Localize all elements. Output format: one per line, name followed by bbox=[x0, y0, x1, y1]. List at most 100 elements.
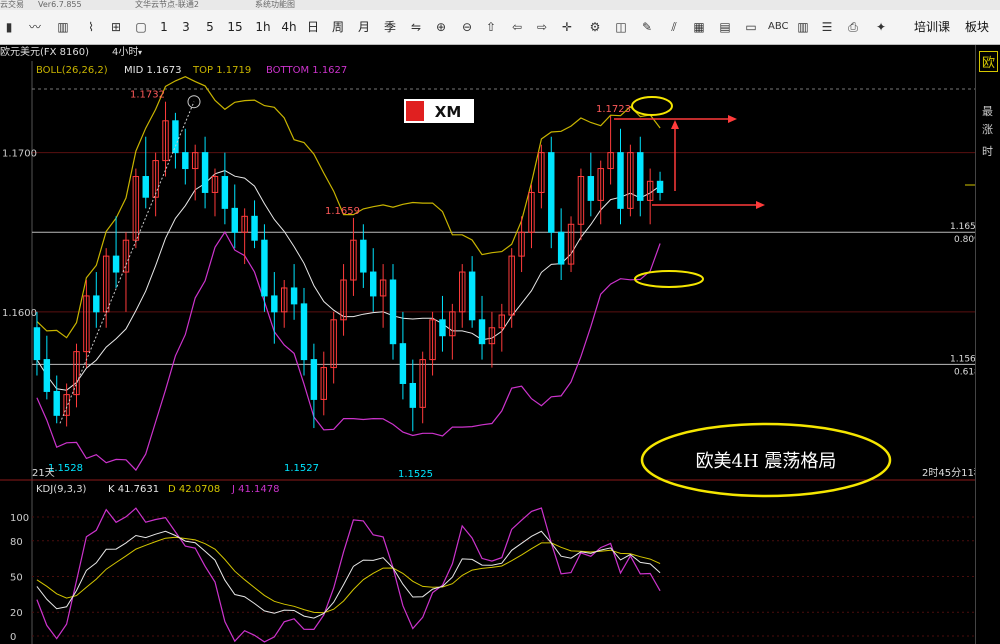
split-view-icon[interactable]: ◫ bbox=[614, 19, 628, 35]
candle-body bbox=[182, 152, 189, 170]
candle-body bbox=[251, 215, 258, 241]
boll-bottom-value: BOTTOM 1.1627 bbox=[266, 65, 347, 76]
candle-body bbox=[548, 152, 555, 233]
menu-label[interactable]: 系统功能图 bbox=[255, 0, 295, 10]
chevron-down-icon[interactable]: ▾ bbox=[138, 45, 142, 61]
toolbar: ▮ 〰 ▥ ⌇ ⊞ ▢ 1 3 5 15 1h 4h 日 周 月 季 ⇋ ⊕ ⊖… bbox=[0, 10, 1000, 45]
candle-body bbox=[370, 271, 377, 297]
candle-body bbox=[112, 255, 120, 273]
period-day[interactable]: 日 bbox=[306, 19, 320, 35]
boll-label[interactable]: BOLL(26,26,2) bbox=[36, 65, 108, 76]
candle-body bbox=[360, 239, 367, 273]
side-row-3: 时 bbox=[982, 145, 993, 158]
kdj-axis-label: 50 bbox=[10, 573, 23, 584]
label-mid-peak: 1.1659 bbox=[325, 206, 360, 217]
candlestick-icon[interactable]: ▮ bbox=[2, 19, 16, 35]
arrow-up-icon[interactable]: ⇧ bbox=[484, 19, 498, 35]
candle-body bbox=[300, 303, 308, 361]
zoom-out-icon[interactable]: ⊖ bbox=[460, 19, 474, 35]
symbol-bar: 欧元美元(FX 8160) 4小时 ▾ bbox=[0, 45, 1000, 61]
price-axis-label: 1.1700 bbox=[2, 149, 37, 160]
xm-logo-mark bbox=[406, 101, 424, 121]
price-chart[interactable]: 1.1700 1.1600 100 80 50 20 0 欧美4H 震荡格局 XM 1.16… bbox=[0, 61, 975, 644]
kdj-j-value: J 41.1478 bbox=[231, 484, 279, 495]
grid-icon[interactable]: ▦ bbox=[692, 19, 706, 35]
chart-background bbox=[0, 61, 975, 644]
bottom-left-label: 21天 bbox=[32, 468, 55, 479]
print-icon[interactable]: ⎙ bbox=[846, 19, 860, 35]
candle-body bbox=[261, 239, 268, 297]
settings-icon[interactable]: ✦ bbox=[874, 19, 888, 35]
zoom-in-icon[interactable]: ⊕ bbox=[434, 19, 448, 35]
candle-body bbox=[142, 176, 149, 198]
candle-body bbox=[43, 359, 51, 392]
tick-chart-icon[interactable]: ⌇ bbox=[84, 19, 98, 35]
kdj-axis-label: 80 bbox=[10, 537, 23, 548]
arrow-right-icon[interactable]: ⇨ bbox=[535, 19, 549, 35]
price-axis-label: 1.1600 bbox=[2, 308, 37, 319]
period-selector[interactable]: 4小时 bbox=[112, 45, 138, 61]
annotation-text: 欧美4H 震荡格局 bbox=[696, 451, 837, 472]
draw-tool-icon[interactable]: ✎ bbox=[640, 19, 654, 35]
candle-body bbox=[172, 120, 179, 154]
side-title[interactable]: 欧 bbox=[979, 51, 999, 72]
side-row-2: 涨 bbox=[982, 123, 993, 136]
sector-button[interactable]: 板块 bbox=[964, 19, 990, 35]
kdj-k-value: K 41.7631 bbox=[108, 484, 159, 495]
side-row-1: 最 bbox=[982, 105, 993, 118]
indicator-icon[interactable]: ⚙ bbox=[588, 19, 602, 35]
training-button[interactable]: 培训课 bbox=[912, 19, 952, 35]
kdj-axis-label: 20 bbox=[10, 608, 23, 619]
candle-body bbox=[399, 343, 407, 384]
kdj-axis-label: 0 bbox=[10, 632, 16, 643]
candle-body bbox=[33, 327, 41, 361]
layout-icon[interactable]: ▤ bbox=[718, 19, 732, 35]
kdj-label[interactable]: KDJ(9,3,3) bbox=[36, 484, 87, 495]
period-1h[interactable]: 1h bbox=[254, 19, 272, 35]
title-bar: 云交易 Ver6.7.855 文华云节点-联通2 系统功能图 bbox=[0, 0, 1000, 10]
candle-body bbox=[439, 319, 446, 337]
cursor-icon[interactable]: ▢ bbox=[134, 19, 148, 35]
fib-upper-ratio: 0.809 bbox=[954, 235, 975, 245]
window-icon[interactable]: ▭ bbox=[744, 19, 758, 35]
period-15[interactable]: 15 bbox=[226, 19, 244, 35]
crosshair-icon[interactable]: ✛ bbox=[560, 19, 574, 35]
candle-body bbox=[53, 390, 60, 416]
gann-icon[interactable]: ⫽ bbox=[666, 19, 682, 35]
draw-line-icon[interactable]: ⇋ bbox=[408, 19, 424, 35]
candle-body bbox=[409, 382, 417, 408]
period-1[interactable]: 1 bbox=[158, 19, 170, 35]
arrow-left-icon[interactable]: ⇦ bbox=[510, 19, 524, 35]
symbol-name[interactable]: 欧元美元(FX 8160) bbox=[0, 45, 89, 61]
boll-mid-value: MID 1.1673 bbox=[124, 65, 181, 76]
multi-window-icon[interactable]: ⊞ bbox=[108, 19, 124, 35]
label-low-mid1: 1.1527 bbox=[284, 463, 319, 474]
bar-chart-icon[interactable]: ▥ bbox=[56, 19, 70, 35]
period-5[interactable]: 5 bbox=[204, 19, 216, 35]
period-week[interactable]: 周 bbox=[331, 19, 345, 35]
candle-body bbox=[587, 176, 595, 201]
node-name: 文华云节点-联通2 bbox=[135, 0, 199, 9]
fib-upper-price: 1.1650 bbox=[950, 222, 975, 232]
period-season[interactable]: 季 bbox=[383, 19, 397, 35]
abc-icon[interactable]: ABC bbox=[768, 19, 789, 35]
period-3[interactable]: 3 bbox=[180, 19, 192, 35]
list-icon[interactable]: ☰ bbox=[820, 19, 834, 35]
kdj-axis-label: 100 bbox=[10, 513, 29, 524]
candle-body bbox=[656, 180, 664, 193]
candle-body bbox=[290, 287, 298, 305]
line-chart-icon[interactable]: 〰 bbox=[28, 19, 42, 35]
label-low-mid2: 1.1525 bbox=[398, 469, 433, 480]
label-high-right: 1.1723 bbox=[596, 104, 631, 115]
period-month[interactable]: 月 bbox=[357, 19, 371, 35]
chart-icon[interactable]: ▥ bbox=[796, 19, 810, 35]
boll-top-value: TOP 1.1719 bbox=[192, 65, 251, 76]
candle-body bbox=[271, 295, 278, 313]
period-4h[interactable]: 4h bbox=[280, 19, 298, 35]
candle-body bbox=[617, 152, 624, 209]
kdj-d-value: D 42.0708 bbox=[168, 484, 220, 495]
candle-body bbox=[93, 295, 100, 313]
app-name: 云交易 bbox=[0, 0, 24, 9]
candle-body bbox=[468, 271, 476, 321]
fib-lower-price: 1.1567 bbox=[950, 354, 975, 364]
